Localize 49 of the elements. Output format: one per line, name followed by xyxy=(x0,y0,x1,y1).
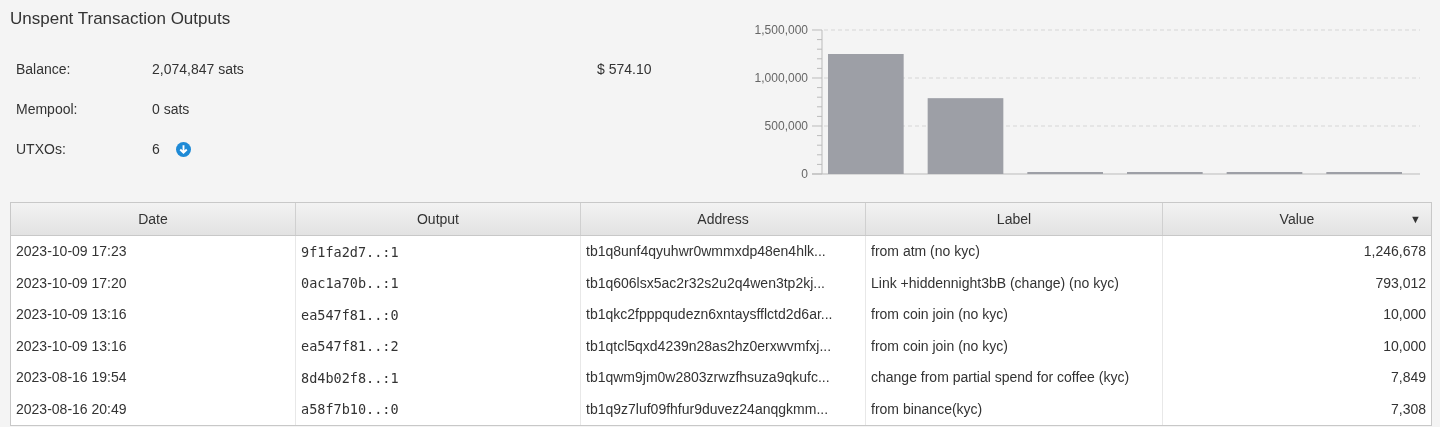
table-cell: 2023-10-09 13:16 xyxy=(11,330,296,362)
table-cell-text: 1,246,678 xyxy=(1362,242,1427,262)
table-cell-text: 10,000 xyxy=(1382,305,1427,325)
table-cell: Link +hiddennight3bB (change) (no kyc) xyxy=(866,267,1163,299)
column-header[interactable]: Label xyxy=(866,203,1163,235)
table-cell: change from partial spend for coffee (kyc) xyxy=(866,362,1163,394)
table-cell: 8d4b02f8..:1 xyxy=(296,362,581,394)
column-header[interactable]: Output xyxy=(296,203,581,235)
table-cell: 2023-10-09 17:23 xyxy=(11,236,296,268)
table-cell: from coin join (no kyc) xyxy=(866,299,1163,331)
table-cell: from atm (no kyc) xyxy=(866,236,1163,268)
axis-label: 500,000 xyxy=(764,119,808,133)
field-label: UTXOs: xyxy=(16,140,67,159)
field-label: Mempool: xyxy=(16,100,79,119)
column-header[interactable]: Address xyxy=(581,203,866,235)
fiat-value: $ 574.10 xyxy=(597,60,652,79)
table-cell: tb1qwm9jm0w2803zrwzfhsuza9qkufc... xyxy=(581,362,866,394)
table-cell: ea547f81..:0 xyxy=(296,299,581,331)
table-cell-text: 7,849 xyxy=(1389,368,1427,388)
table-cell: ea547f81..:2 xyxy=(296,330,581,362)
download-icon[interactable] xyxy=(175,142,191,157)
column-header[interactable]: Value ▼ xyxy=(1163,203,1431,235)
table-cell: a58f7b10..:0 xyxy=(296,393,581,425)
axis-label: 1,000,000 xyxy=(754,71,808,85)
table-cell: 9f1fa2d7..:1 xyxy=(296,236,581,268)
table-cell: tb1q606lsx5ac2r32s2u2q4wen3tp2kj... xyxy=(581,267,866,299)
panel-title: Unspent Transaction Outputs xyxy=(10,8,232,30)
field-label: Balance: xyxy=(16,60,72,79)
table-cell: 0ac1a70b..:1 xyxy=(296,267,581,299)
field-value: 2,074,847 sats xyxy=(152,60,244,79)
field-value: 0 sats xyxy=(152,100,190,119)
table-cell: tb1qtcl5qxd4239n28as2hz0erxwvmfxj... xyxy=(581,330,866,362)
table-cell: 2023-10-09 17:20 xyxy=(11,267,296,299)
table-cell: 2023-10-09 13:16 xyxy=(11,299,296,331)
sort-indicator: ▼ xyxy=(1410,211,1421,227)
table-cell: 2023-08-16 19:54 xyxy=(11,362,296,394)
field-value: 6 xyxy=(152,140,160,159)
table-cell-text: 793,012 xyxy=(1374,273,1427,293)
column-header[interactable]: Date xyxy=(11,203,296,235)
axis-label: 0 xyxy=(801,167,808,181)
table-cell: 2023-08-16 20:49 xyxy=(11,393,296,425)
table-cell: from binance(kyc) xyxy=(866,393,1163,425)
axis-label: 1,500,000 xyxy=(754,23,808,37)
table-cell: tb1q9z7luf09fhfur9duvez24anqgkmm... xyxy=(581,393,866,425)
table-cell-text: 10,000 xyxy=(1382,336,1427,356)
table-cell: tb1q8unf4qyuhwr0wmmxdp48en4hlk... xyxy=(581,236,866,268)
table-cell: from coin join (no kyc) xyxy=(866,330,1163,362)
table-cell-text: 7,308 xyxy=(1389,399,1427,419)
table-cell: tb1qkc2fpppqudezn6xntaysfflctd2d6ar... xyxy=(581,299,866,331)
